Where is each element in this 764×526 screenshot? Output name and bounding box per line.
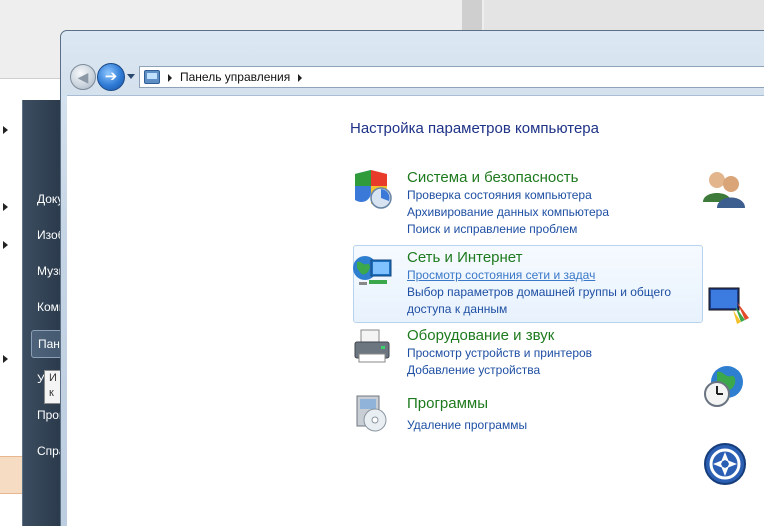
back-button[interactable]: ◀ [70, 64, 96, 90]
network-globe-icon[interactable] [351, 252, 392, 292]
forward-button[interactable]: ➔ [97, 63, 125, 91]
ease-of-access-icon[interactable] [703, 442, 746, 485]
link-check-status[interactable]: Проверка состояния компьютера [407, 187, 609, 204]
submenu-arrow-icon[interactable] [3, 355, 8, 363]
category-title[interactable]: Сеть и Интернет [407, 249, 671, 267]
address-bar[interactable]: Панель управления [139, 66, 764, 88]
breadcrumb-control-panel[interactable]: Панель управления [180, 70, 290, 84]
category-hardware-sound: Оборудование и звук Просмотр устройств и… [407, 327, 592, 379]
breadcrumb-arrow-icon[interactable] [298, 74, 302, 82]
category-network-internet: Сеть и Интернет Просмотр состояния сети … [407, 249, 671, 318]
appearance-monitor-icon[interactable] [707, 284, 749, 324]
programs-icon[interactable] [351, 392, 391, 432]
clock-region-icon[interactable] [703, 364, 743, 407]
link-uninstall[interactable]: Удаление программы [407, 417, 527, 434]
printer-icon[interactable] [351, 328, 391, 368]
background-strip [462, 0, 482, 34]
control-panel-window: ◀ ➔ Панель управления Настройка параметр… [60, 30, 764, 526]
submenu-arrow-icon[interactable] [3, 203, 8, 211]
system-security-shield-icon[interactable] [351, 168, 392, 209]
start-item-control-panel[interactable]: Пане [31, 330, 63, 358]
submenu-arrow-icon[interactable] [3, 241, 8, 249]
start-menu-programs-pane [0, 100, 22, 526]
submenu-arrow-icon[interactable] [3, 126, 8, 134]
user-accounts-icon[interactable] [701, 168, 745, 208]
category-system-security: Система и безопасность Проверка состояни… [407, 169, 609, 238]
link-backup[interactable]: Архивирование данных компьютера [407, 204, 609, 221]
start-menu-right-pane: Доку Изоб Музы Комп Пане Устр Прог Спра [22, 100, 63, 526]
category-programs: Программы Удаление программы [407, 395, 527, 434]
link-network-status[interactable]: Просмотр состояния сети и задач [407, 267, 671, 284]
category-title[interactable]: Оборудование и звук [407, 327, 592, 345]
category-title[interactable]: Система и безопасность [407, 169, 609, 187]
page-title: Настройка параметров компьютера [350, 120, 599, 137]
content-area: Настройка параметров компьютера Система … [67, 95, 764, 526]
link-devices-printers[interactable]: Просмотр устройств и принтеров [407, 345, 592, 362]
category-title[interactable]: Программы [407, 395, 527, 413]
recent-pages-dropdown-icon[interactable] [127, 74, 135, 79]
control-panel-small-icon [144, 70, 160, 84]
link-homegroup[interactable]: Выбор параметров домашней группы и общег… [407, 284, 671, 301]
breadcrumb-arrow-icon[interactable] [168, 74, 172, 82]
background-window-2 [484, 0, 764, 34]
link-homegroup-cont[interactable]: доступа к данным [407, 301, 671, 318]
link-troubleshoot[interactable]: Поиск и исправление проблем [407, 221, 609, 238]
link-add-device[interactable]: Добавление устройства [407, 362, 592, 379]
highlighted-program[interactable] [0, 456, 22, 494]
